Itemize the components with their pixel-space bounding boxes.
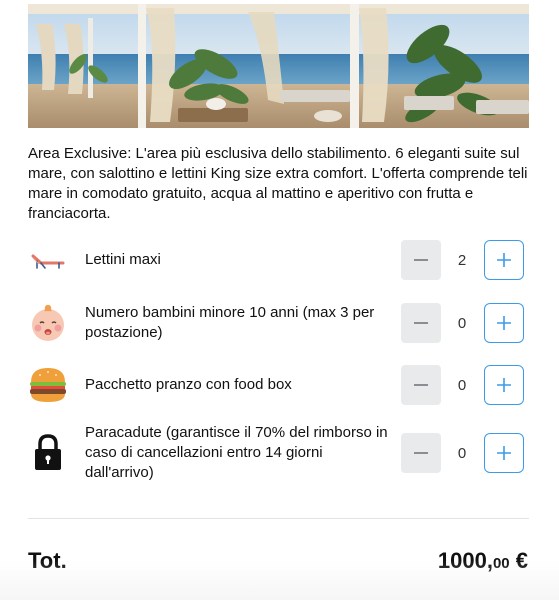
currency-symbol: € bbox=[515, 548, 528, 573]
quantity-value: 0 bbox=[457, 314, 467, 332]
decrease-lettini-button[interactable] bbox=[401, 240, 441, 280]
option-label: Numero bambini minore 10 anni (max 3 per… bbox=[85, 304, 375, 341]
hero-image bbox=[28, 4, 529, 128]
minus-icon bbox=[414, 452, 428, 454]
divider bbox=[28, 518, 529, 519]
minus-icon bbox=[414, 384, 428, 386]
total-amount: 1000,00 € bbox=[438, 548, 528, 574]
plus-icon bbox=[497, 253, 511, 267]
quantity-value: 0 bbox=[457, 376, 467, 394]
sunbed-icon bbox=[28, 230, 68, 290]
lock-icon bbox=[28, 423, 68, 483]
increase-paracadute-button[interactable] bbox=[484, 433, 524, 473]
total-label: Tot. bbox=[28, 548, 67, 573]
minus-icon bbox=[414, 322, 428, 324]
increase-bambini-button[interactable] bbox=[484, 303, 524, 343]
offer-description: Area Exclusive: L'area più esclusiva del… bbox=[28, 145, 528, 222]
burger-icon bbox=[28, 355, 68, 415]
increase-pranzo-button[interactable] bbox=[484, 365, 524, 405]
option-label: Lettini maxi bbox=[85, 251, 161, 268]
plus-icon bbox=[497, 316, 511, 330]
baby-face-icon bbox=[28, 293, 68, 353]
option-label: Pacchetto pranzo con food box bbox=[85, 376, 292, 393]
total-amount-decimals: 00 bbox=[492, 555, 510, 572]
plus-icon bbox=[497, 446, 511, 460]
minus-icon bbox=[414, 259, 428, 261]
decrease-paracadute-button[interactable] bbox=[401, 433, 441, 473]
plus-icon bbox=[497, 378, 511, 392]
option-row-paracadute: Paracadute (garantisce il 70% del rimbor… bbox=[28, 423, 524, 483]
quantity-value: 0 bbox=[457, 444, 467, 462]
option-label: Paracadute (garantisce il 70% del rimbor… bbox=[85, 424, 388, 481]
increase-lettini-button[interactable] bbox=[484, 240, 524, 280]
beach-photo-illustration bbox=[28, 4, 529, 128]
decrease-bambini-button[interactable] bbox=[401, 303, 441, 343]
decrease-pranzo-button[interactable] bbox=[401, 365, 441, 405]
option-row-pranzo: Pacchetto pranzo con food box 0 bbox=[28, 355, 524, 415]
total-amount-integer: 1000, bbox=[437, 548, 493, 573]
quantity-value: 2 bbox=[457, 251, 467, 269]
option-row-lettini: Lettini maxi 2 bbox=[28, 230, 524, 290]
option-row-bambini: Numero bambini minore 10 anni (max 3 per… bbox=[28, 293, 524, 353]
